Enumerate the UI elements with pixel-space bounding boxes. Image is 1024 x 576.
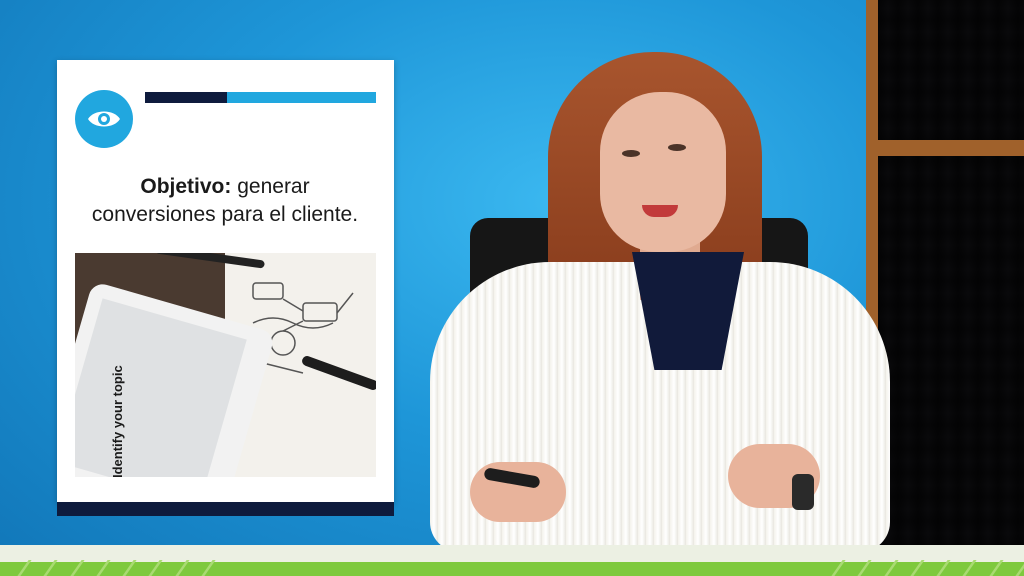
slide-objective-text: Objetivo: generar conversiones para el c…: [65, 173, 385, 229]
green-chevron-pattern-right: [808, 560, 1024, 576]
photo-tablet-text: Identify your topic: [110, 365, 125, 477]
accent-bar-light: [227, 92, 376, 103]
slide-photo: Identify your topic: [75, 253, 376, 477]
green-chevron-pattern-left: [0, 560, 216, 576]
slide-card-footer-bar: [57, 502, 394, 516]
eye-icon: [75, 90, 133, 148]
presenter-eye-left: [622, 150, 640, 157]
objective-label: Objetivo:: [140, 175, 232, 198]
accent-bar-dark: [145, 92, 227, 103]
objective-line1: generar: [231, 175, 310, 198]
presenter-watch: [792, 474, 814, 510]
photo-tablet-screen: [75, 298, 247, 477]
slide-accent-bar: [145, 92, 376, 103]
presenter-face: [600, 92, 726, 252]
objective-line2: conversiones para el cliente.: [91, 203, 359, 226]
presenter-eye-right: [668, 144, 686, 151]
